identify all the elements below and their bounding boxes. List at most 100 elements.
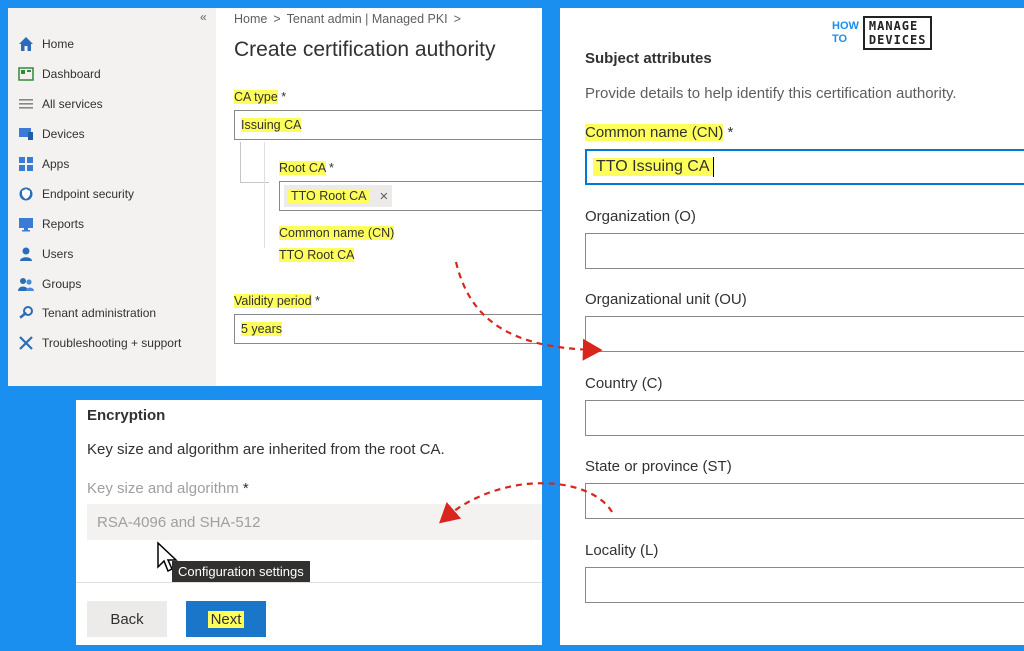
encryption-panel: Encryption Key size and algorithm are in… (76, 400, 542, 645)
text-caret (712, 157, 714, 177)
root-ca-label-text: Root CA (279, 161, 326, 175)
wrench-icon (18, 305, 34, 321)
required-marker: * (281, 90, 287, 104)
sidebar-item-label: Tenant administration (42, 306, 157, 320)
country-input[interactable] (585, 400, 1024, 436)
validity-label-text: Validity period (234, 294, 312, 308)
sidebar-item-groups[interactable]: Groups (18, 273, 81, 295)
sidebar-item-users[interactable]: Users (18, 243, 73, 265)
remove-chip-button[interactable]: × (379, 188, 388, 205)
cn-input-value: TTO Issuing CA (593, 158, 713, 176)
locality-input[interactable] (585, 567, 1024, 603)
list-icon (18, 96, 34, 112)
tree-line (264, 142, 265, 248)
logo-manage-devices: MANAGE DEVICES (862, 16, 933, 50)
encryption-heading: Encryption (87, 407, 166, 424)
divider (76, 582, 542, 583)
home-icon (18, 36, 34, 52)
root-cn-value: TTO Root CA (279, 248, 355, 262)
dashboard-icon (18, 66, 34, 82)
collapse-sidebar-button[interactable]: « (200, 10, 207, 24)
required-marker: * (727, 124, 734, 141)
breadcrumb-separator: > (453, 12, 461, 26)
required-marker: * (329, 161, 334, 175)
cn-label-text: Common name (CN) (585, 124, 724, 141)
apps-icon (18, 156, 34, 172)
subject-attributes-panel: Subject attributes Provide details to he… (560, 8, 1024, 645)
logo-manage: MANAGE (868, 19, 919, 33)
state-label: State or province (ST) (585, 458, 732, 475)
logo-to: TO (832, 33, 848, 45)
org-unit-input[interactable] (585, 316, 1024, 352)
root-ca-label: Root CA * (279, 161, 334, 175)
breadcrumb: Home > Tenant admin | Managed PKI > (234, 12, 467, 26)
sidebar-item-troubleshooting[interactable]: Troubleshooting + support (18, 332, 181, 354)
encryption-description: Key size and algorithm are inherited fro… (87, 441, 445, 458)
root-ca-chip: TTO Root CA × (284, 185, 393, 207)
sidebar-item-label: Endpoint security (42, 187, 135, 201)
logo-devices: DEVICES (868, 33, 927, 47)
groups-icon (18, 276, 34, 292)
sidebar-item-label: Users (42, 247, 74, 261)
validity-label: Validity period * (234, 294, 320, 308)
key-size-label-text: Key size and algorithm (87, 480, 239, 497)
root-cn-value-text: TTO Root CA (279, 248, 355, 262)
how-to-manage-devices-logo: HOW TO MANAGE DEVICES (832, 15, 933, 51)
sidebar-item-endpoint-security[interactable]: Endpoint security (18, 183, 134, 205)
sidebar-item-label: Reports (42, 217, 85, 231)
ca-type-label-text: CA type (234, 90, 278, 104)
back-button[interactable]: Back (87, 601, 167, 637)
sidebar-item-apps[interactable]: Apps (18, 153, 69, 175)
user-icon (18, 246, 34, 262)
required-marker: * (315, 294, 320, 308)
logo-how: HOW (832, 20, 859, 32)
sidebar-item-label: Groups (42, 277, 82, 291)
logo-how-to: HOW TO (832, 20, 859, 46)
key-size-value: RSA-4096 and SHA-512 (97, 513, 261, 531)
next-button-label: Next (207, 610, 245, 628)
subject-description: Provide details to help identify this ce… (585, 85, 957, 102)
subject-heading: Subject attributes (585, 50, 712, 67)
devices-icon (18, 126, 34, 142)
sidebar-item-label: Troubleshooting + support (42, 336, 182, 350)
key-size-label: Key size and algorithm * (87, 480, 249, 497)
sidebar-item-tenant-administration[interactable]: Tenant administration (18, 302, 156, 324)
breadcrumb-separator: > (273, 12, 281, 26)
sidebar-item-reports[interactable]: Reports (18, 213, 84, 235)
reports-icon (18, 216, 34, 232)
tooltip: Configuration settings (172, 561, 310, 582)
org-unit-label: Organizational unit (OU) (585, 291, 747, 308)
locality-label: Locality (L) (585, 542, 659, 559)
ca-type-value: Issuing CA (241, 118, 302, 132)
breadcrumb-home-link[interactable]: Home (234, 12, 267, 26)
sidebar: « Home Dashboard All services Devices Ap… (8, 8, 216, 386)
sidebar-item-label: Home (42, 37, 75, 51)
key-size-field: RSA-4096 and SHA-512 (87, 504, 542, 540)
sidebar-item-label: Devices (42, 127, 85, 141)
sidebar-item-devices[interactable]: Devices (18, 123, 85, 145)
root-cn-label: Common name (CN) (279, 226, 395, 240)
sidebar-item-home[interactable]: Home (18, 33, 74, 55)
shield-icon (18, 186, 34, 202)
state-input[interactable] (585, 483, 1024, 519)
root-ca-chip-label: TTO Root CA (288, 189, 370, 203)
root-ca-picker[interactable]: TTO Root CA × (279, 181, 542, 211)
tools-icon (18, 335, 34, 351)
ca-type-label: CA type * (234, 90, 286, 104)
validity-value: 5 years (241, 322, 282, 336)
breadcrumb-tenant-link[interactable]: Tenant admin | Managed PKI (287, 12, 448, 26)
organization-label: Organization (O) (585, 208, 696, 225)
sidebar-item-label: Dashboard (42, 67, 101, 81)
next-button[interactable]: Next (186, 601, 266, 637)
cn-input[interactable]: TTO Issuing CA (585, 149, 1024, 185)
page-title: Create certification authority (234, 38, 496, 61)
create-ca-panel: « Home Dashboard All services Devices Ap… (8, 8, 542, 386)
ca-type-dropdown[interactable]: Issuing CA (234, 110, 542, 140)
organization-input[interactable] (585, 233, 1024, 269)
root-cn-label-text: Common name (CN) (279, 226, 395, 240)
sidebar-item-dashboard[interactable]: Dashboard (18, 63, 101, 85)
sidebar-item-label: Apps (42, 157, 70, 171)
sidebar-item-all-services[interactable]: All services (18, 93, 103, 115)
sidebar-item-label: All services (42, 97, 103, 111)
validity-dropdown[interactable]: 5 years (234, 314, 542, 344)
